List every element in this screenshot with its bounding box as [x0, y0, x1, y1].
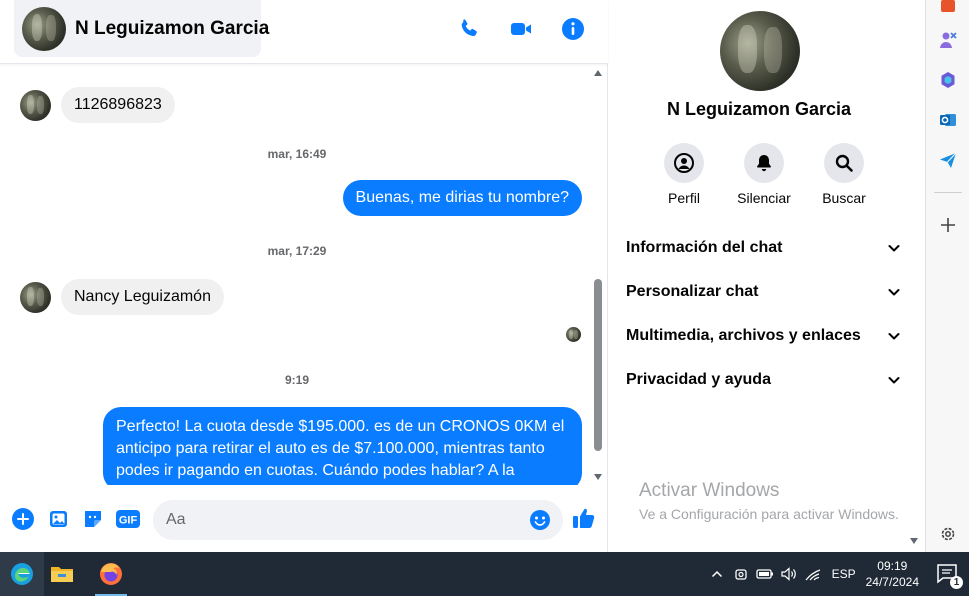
profile-icon — [664, 143, 704, 183]
search-label: Buscar — [822, 190, 866, 206]
section-media-files-links[interactable]: Multimedia, archivos y enlaces — [626, 314, 901, 358]
copilot-icon[interactable] — [938, 70, 958, 90]
header-actions — [456, 16, 586, 42]
message-list: 1126896823 mar, 16:49 Buenas, me dirias … — [0, 65, 594, 485]
message-timestamp: mar, 16:49 — [267, 147, 327, 161]
section-chat-info[interactable]: Información del chat — [626, 226, 901, 270]
section-label: Personalizar chat — [626, 283, 759, 300]
profile-name: N Leguizamon Garcia — [666, 99, 852, 119]
scroll-down-arrow-icon[interactable] — [594, 474, 602, 480]
scroll-up-arrow-icon[interactable] — [594, 70, 602, 76]
read-receipt-avatar — [566, 327, 581, 342]
watermark-subtitle: Ve a Configuración para activar Windows. — [639, 506, 899, 522]
volume-icon[interactable] — [778, 563, 800, 585]
composer: GIF — [0, 496, 608, 544]
add-icon[interactable] — [11, 507, 35, 531]
battery-icon[interactable] — [754, 563, 776, 585]
browser-sidebar — [925, 0, 969, 552]
activate-windows-watermark: Activar Windows Ve a Configuración para … — [639, 480, 899, 522]
search-icon — [824, 143, 864, 183]
windows-taskbar: ESP 09:19 24/7/2024 1 — [0, 552, 969, 596]
chat-pane: N Leguizamon Garcia 1126896823 mar, 16:4… — [0, 0, 608, 552]
contact-name: N Leguizamon Garcia — [75, 17, 270, 39]
section-customize-chat[interactable]: Personalizar chat — [626, 270, 901, 314]
message-timestamp: 9:19 — [284, 373, 310, 387]
notification-count-badge: 1 — [950, 576, 963, 589]
section-label: Privacidad y ayuda — [626, 371, 771, 388]
message-timestamp: mar, 17:29 — [267, 244, 327, 258]
sender-avatar[interactable] — [20, 281, 51, 313]
chevron-down-icon — [888, 289, 900, 296]
message-bubble-incoming[interactable]: 1126896823 — [61, 87, 175, 123]
sidebar-divider — [934, 192, 962, 193]
contact-avatar — [22, 6, 66, 51]
input-language[interactable]: ESP — [832, 567, 856, 581]
chat-info-pane: N Leguizamon Garcia Perfil Silenciar Bus… — [609, 0, 925, 552]
mute-button[interactable]: Silenciar — [737, 143, 791, 206]
emoji-icon[interactable] — [529, 509, 551, 531]
sender-avatar[interactable] — [20, 89, 51, 121]
info-sections: Información del chat Personalizar chat M… — [626, 226, 901, 402]
clock-date: 24/7/2024 — [865, 575, 919, 589]
info-icon[interactable] — [560, 16, 586, 42]
message-bubble-outgoing[interactable]: Buenas, me dirias tu nombre? — [342, 180, 582, 216]
shopping-bag-icon[interactable] — [938, 0, 958, 14]
add-icon[interactable] — [938, 215, 958, 235]
profile-label: Perfil — [668, 190, 700, 206]
clock-time: 09:19 — [877, 559, 908, 573]
chevron-down-icon — [888, 377, 900, 384]
chevron-down-icon — [888, 245, 900, 252]
edge-icon[interactable] — [0, 552, 44, 596]
clock[interactable]: 09:19 24/7/2024 — [866, 558, 919, 590]
settings-gear-icon[interactable] — [938, 524, 958, 544]
scroll-down-arrow-icon[interactable] — [910, 538, 918, 544]
message-scrollbar[interactable] — [592, 65, 604, 485]
section-label: Información del chat — [626, 239, 783, 256]
send-icon[interactable] — [938, 150, 958, 170]
system-tray: ESP 09:19 24/7/2024 1 — [706, 552, 969, 596]
watermark-title: Activar Windows — [639, 480, 780, 501]
bell-icon — [744, 143, 784, 183]
image-icon[interactable] — [47, 507, 71, 531]
message-row-incoming: 1126896823 — [20, 87, 175, 123]
chat-header: N Leguizamon Garcia — [0, 0, 608, 64]
gif-icon[interactable]: GIF — [115, 507, 141, 531]
profile-avatar[interactable] — [720, 11, 800, 91]
contact-header-button[interactable]: N Leguizamon Garcia — [14, 0, 269, 57]
mute-label: Silenciar — [737, 190, 791, 206]
file-explorer-icon[interactable] — [40, 552, 84, 596]
meet-now-icon[interactable] — [730, 563, 752, 585]
video-camera-icon[interactable] — [508, 16, 534, 42]
search-button[interactable]: Buscar — [817, 143, 871, 206]
profile-actions: Perfil Silenciar Buscar — [657, 143, 871, 206]
gif-label: GIF — [119, 515, 138, 527]
section-label: Multimedia, archivos y enlaces — [626, 327, 861, 344]
screen: N Leguizamon Garcia 1126896823 mar, 16:4… — [0, 0, 969, 596]
section-privacy-help[interactable]: Privacidad y ayuda — [626, 358, 901, 402]
chevron-down-icon — [888, 333, 900, 340]
message-bubble-outgoing[interactable]: Perfecto! La cuota desde $195.000. es de… — [103, 407, 582, 485]
message-row-incoming: Nancy Leguizamón — [20, 279, 224, 315]
outlook-icon[interactable] — [938, 110, 958, 130]
like-icon[interactable] — [571, 505, 597, 531]
scroll-thumb[interactable] — [594, 279, 602, 451]
games-icon[interactable] — [938, 30, 958, 50]
firefox-icon[interactable] — [89, 552, 133, 596]
chevron-up-icon[interactable] — [706, 563, 728, 585]
message-bubble-incoming[interactable]: Nancy Leguizamón — [61, 279, 224, 315]
notification-center-icon[interactable]: 1 — [935, 561, 963, 589]
message-input-container — [153, 500, 563, 540]
profile-button[interactable]: Perfil — [657, 143, 711, 206]
phone-icon[interactable] — [456, 16, 482, 42]
message-input[interactable] — [166, 511, 506, 529]
sticker-icon[interactable] — [81, 507, 105, 531]
wifi-icon[interactable] — [802, 563, 824, 585]
